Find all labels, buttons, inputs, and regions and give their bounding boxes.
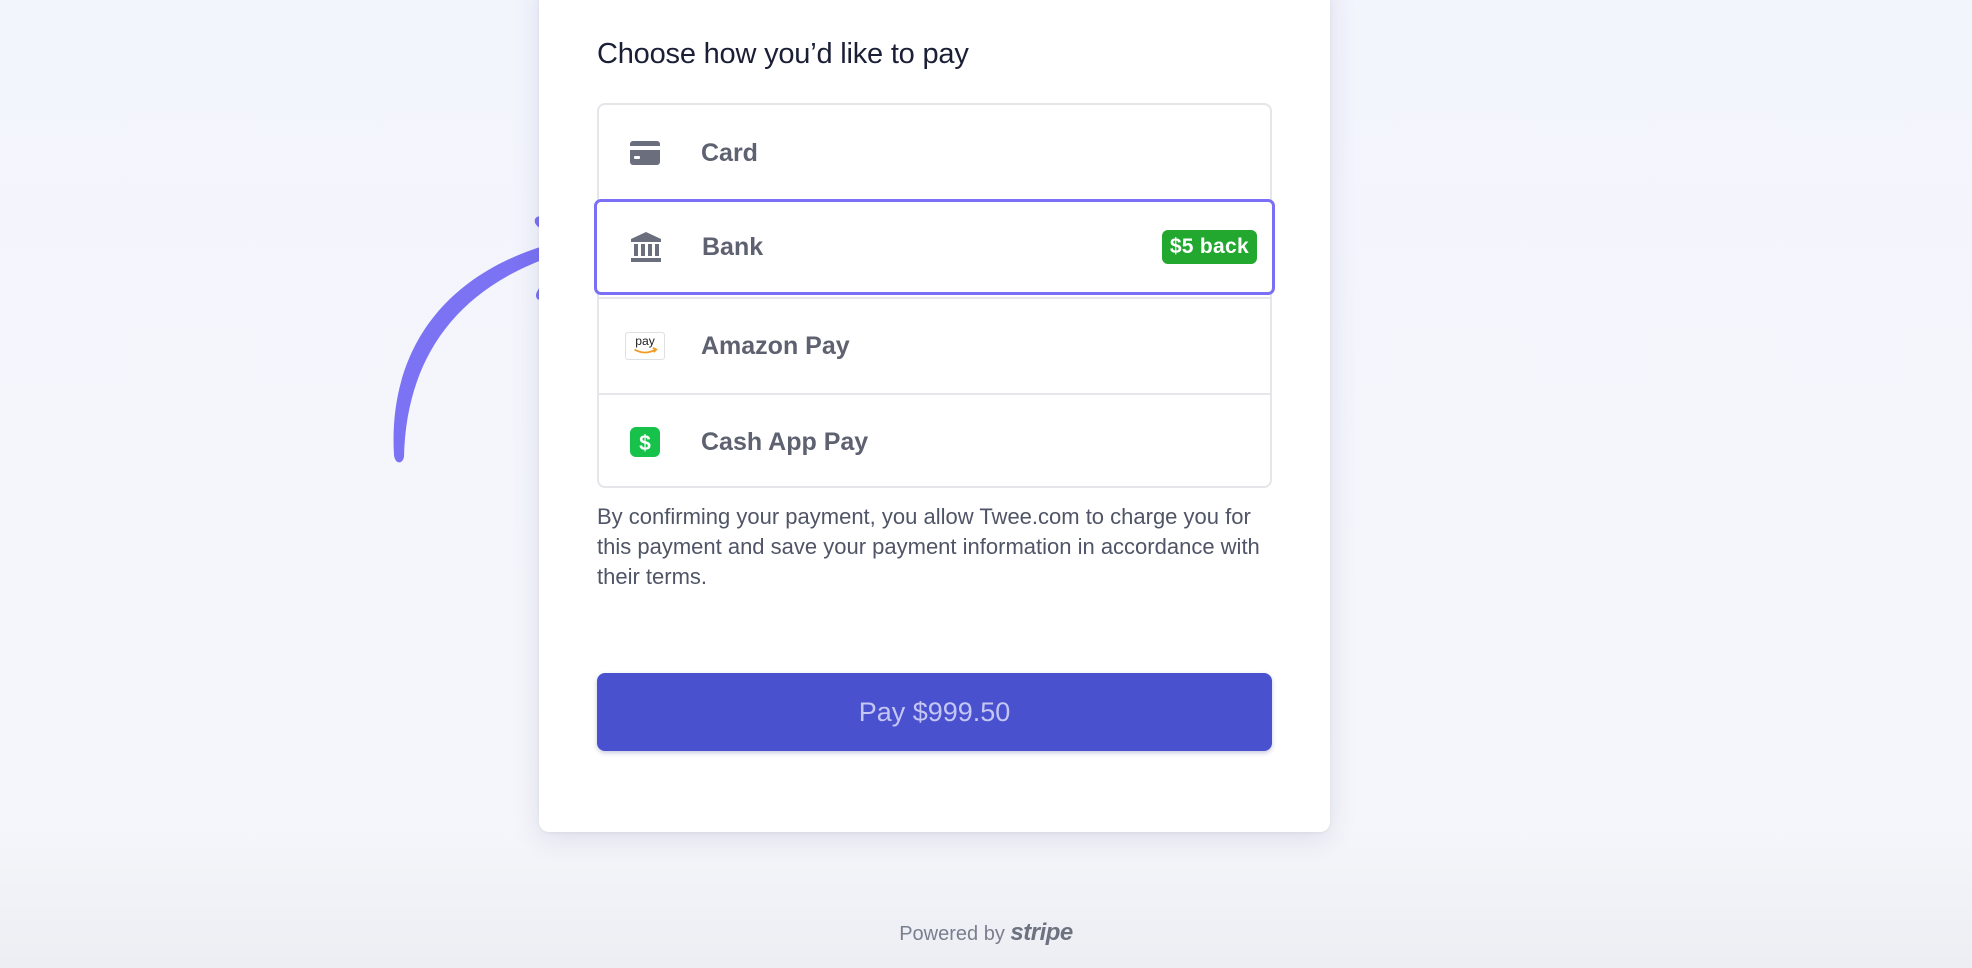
cash-app-icon-text: $ <box>639 432 651 455</box>
payment-method-list: Card Bank $5 back pay Amazon Pay $ Cash … <box>594 103 1275 489</box>
payment-method-heading: Choose how you’d like to pay <box>597 38 969 70</box>
cashback-badge: $5 back <box>1161 230 1257 264</box>
payment-option-amazon-pay[interactable]: pay Amazon Pay <box>599 297 1270 393</box>
card-icon <box>625 133 665 173</box>
payment-option-label: Cash App Pay <box>701 427 869 456</box>
payment-option-bank[interactable]: Bank $5 back <box>594 199 1275 295</box>
powered-by-footer: Powered by stripe <box>0 919 1972 947</box>
amazon-pay-icon: pay <box>625 326 665 366</box>
payment-option-cash-app-pay[interactable]: $ Cash App Pay <box>599 393 1270 489</box>
powered-by-text: Powered by <box>899 923 1005 945</box>
cash-app-icon: $ <box>625 422 665 462</box>
payment-option-label: Amazon Pay <box>701 331 850 360</box>
payment-option-label: Bank <box>702 232 764 261</box>
payment-consent-text: By confirming your payment, you allow Tw… <box>597 504 1260 589</box>
bank-icon <box>626 227 666 267</box>
payment-option-card[interactable]: Card <box>599 105 1270 201</box>
checkout-card: Choose how you’d like to pay Card Bank $… <box>539 0 1330 832</box>
amazon-pay-icon-text: pay <box>635 334 656 348</box>
pay-button[interactable]: Pay $999.50 <box>597 673 1272 751</box>
stripe-logo[interactable]: stripe <box>1010 919 1073 946</box>
payment-option-label: Card <box>701 138 758 167</box>
